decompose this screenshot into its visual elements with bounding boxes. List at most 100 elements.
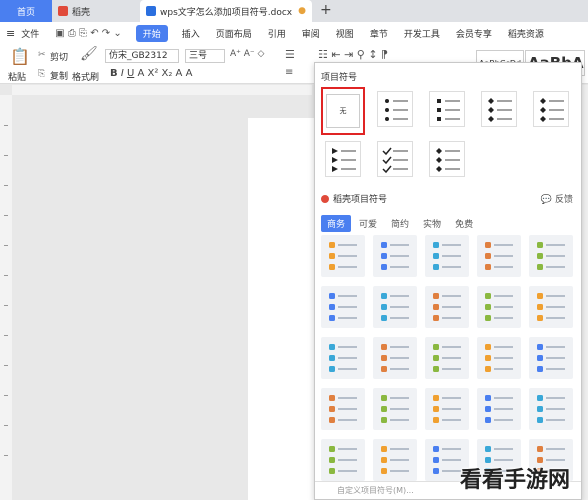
template-bullet-glyph [485,264,491,270]
menu-page-layout[interactable]: 页面布局 [216,27,252,40]
daoke-bullet-template[interactable] [321,235,365,277]
tab-home[interactable]: 首页 [0,0,52,22]
tab-document[interactable]: wps文字怎么添加项目符号.docx ● [140,0,312,22]
daoke-bullet-template[interactable] [321,286,365,328]
menu-daoke-resources[interactable]: 稻壳资源 [508,27,544,40]
template-bullet-glyph [433,468,439,474]
daoke-bullet-template[interactable] [477,286,521,328]
paste-icon[interactable]: 📋 [10,47,30,66]
template-bullet-glyph [329,344,335,350]
daoke-bullet-template[interactable] [425,235,469,277]
paragraph-icons[interactable]: ☷ ⇤ ⇥ ⚲ ↕ ⁋ [318,48,388,61]
menu-review[interactable]: 审阅 [302,27,320,40]
filter-tab-simple[interactable]: 简约 [385,215,415,232]
feedback-link[interactable]: 💬 反馈 [541,192,573,205]
daoke-bullet-template[interactable] [529,286,573,328]
ruler-tick [4,455,8,456]
daoke-bullet-template[interactable] [425,286,469,328]
ruler-tick [4,155,8,156]
bullet-glyph [382,165,392,174]
template-bullet-glyph [433,355,439,361]
menu-chapter[interactable]: 章节 [370,27,388,40]
document-page[interactable] [248,118,318,500]
font-select[interactable]: 仿宋_GB2312 [105,49,179,63]
filter-tab-business[interactable]: 商务 [321,215,352,232]
filter-tab-cute[interactable]: 可爱 [353,215,383,232]
daoke-bullet-template[interactable] [425,337,469,379]
bullet-glyph [436,157,442,163]
menu-bar: ≡ 文件 ▣ ⎙ ⎘ ↶ ↷ ⌄ 开始 插入 页面布局 引用 审阅 视图 章节 … [0,22,588,44]
menu-reference[interactable]: 引用 [268,27,286,40]
daoke-bullet-template[interactable] [529,337,573,379]
menu-insert[interactable]: 插入 [182,27,200,40]
daoke-bullet-template[interactable] [373,388,417,430]
daoke-bullet-template[interactable] [373,286,417,328]
bullet-option-filled-dot[interactable] [377,91,413,127]
menu-member[interactable]: 会员专享 [456,27,492,40]
bullet-option-filled-square[interactable] [429,91,465,127]
bullet-option-arrow[interactable] [325,141,361,177]
font-grow-shrink-icons[interactable]: A⁺ A⁻ ◇ [230,49,264,59]
flower-bullet-icon [436,148,460,172]
template-bullet-icon [329,242,357,270]
daoke-bullet-template[interactable] [477,337,521,379]
daoke-bullet-template[interactable] [529,235,573,277]
template-bullet-glyph [537,355,543,361]
template-bullet-glyph [485,355,491,361]
new-tab-button[interactable]: + [320,2,332,18]
template-bullet-glyph [381,446,387,452]
quick-access-icons[interactable]: ▣ ⎙ ⎘ ↶ ↷ ⌄ [55,28,121,39]
bullet-option-none[interactable]: 无 [321,87,365,135]
template-bullet-glyph [329,315,335,321]
menu-file[interactable]: 文件 [21,27,39,40]
daoke-bullet-template[interactable] [373,337,417,379]
font-size-select[interactable]: 三号 [185,49,225,63]
template-bullet-glyph [329,253,335,259]
bullet-option-diamond[interactable] [481,91,517,127]
paste-button[interactable]: 粘贴 [8,70,26,83]
bullet-glyph [385,99,389,103]
daoke-bullet-template[interactable] [373,235,417,277]
format-painter-button[interactable]: 格式刷 [72,70,99,83]
template-bullet-glyph [329,406,335,412]
daoke-bullet-template[interactable] [373,439,417,481]
daoke-icon [321,194,329,203]
template-bullet-glyph [433,315,439,321]
daoke-bullet-template[interactable] [477,235,521,277]
bullet-option-check[interactable] [377,141,413,177]
template-bullet-icon [381,344,409,372]
bullet-list-icon[interactable]: ☰ [285,48,295,61]
text-format-icons[interactable]: B I U A X² X₂ A A [110,68,192,79]
menu-start[interactable]: 开始 [135,24,168,42]
template-bullet-icon [433,344,461,372]
align-left-icon[interactable]: ≡ [285,67,293,78]
daoke-bullet-template[interactable] [425,388,469,430]
daoke-bullet-template[interactable] [477,388,521,430]
bullet-glyph [332,148,338,154]
template-bullet-glyph [433,253,439,259]
daoke-bullet-template[interactable] [529,388,573,430]
daoke-bullet-template[interactable] [321,337,365,379]
hamburger-icon[interactable]: ≡ [6,27,15,40]
template-bullet-glyph [381,344,387,350]
template-bullet-glyph [485,253,491,259]
template-bullet-icon [329,395,357,423]
bullet-option-star[interactable] [533,91,569,127]
filter-tab-object[interactable]: 实物 [417,215,447,232]
daoke-bullet-template[interactable] [321,388,365,430]
menu-view[interactable]: 视图 [336,27,354,40]
horizontal-ruler [12,85,312,95]
cut-button[interactable]: 剪切 [50,50,68,63]
ruler-tick [4,335,8,336]
copy-button[interactable]: 复制 [50,69,68,82]
bullet-option-flower[interactable] [429,141,465,177]
menu-developer[interactable]: 开发工具 [404,27,440,40]
filter-tab-free[interactable]: 免费 [449,215,479,232]
format-painter-icon: 🖌 [80,46,98,62]
daoke-bullet-template[interactable] [321,439,365,481]
template-bullet-glyph [537,293,543,299]
ruler-tick [4,275,8,276]
modified-dot-icon: ● [298,6,306,16]
template-bullet-glyph [537,366,543,372]
tab-daoke[interactable]: 稻壳 [52,0,138,22]
